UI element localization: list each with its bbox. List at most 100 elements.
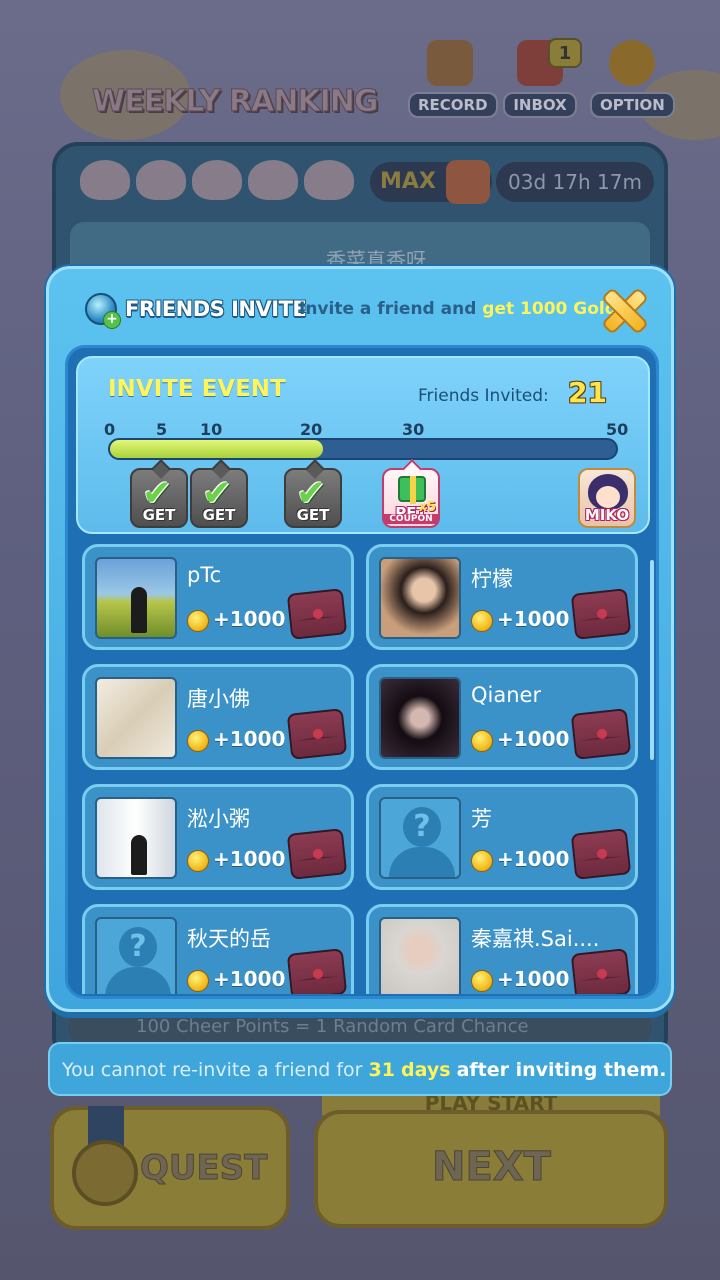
friend-card: Qianer +1000 [366,664,638,770]
coin-icon [187,850,209,872]
invite-envelope-button[interactable] [570,828,632,880]
friend-name: 芳 [471,807,492,831]
notice-prefix: You cannot re-invite a friend for [62,1059,369,1081]
record-label: RECORD [408,92,498,118]
reward-get-label: GET [202,506,236,524]
miko-portrait-icon [588,474,628,510]
reward-get-button[interactable]: ✔ GET [284,468,342,528]
friend-name: 唐小佛 [187,687,250,711]
add-hearts-button[interactable] [446,160,490,204]
cheer-points-info: 100 Cheer Points = 1 Random Card Chance [68,1008,652,1046]
friend-reward: +1000 [497,847,570,871]
friends-invited-label: Friends Invited: [418,386,549,406]
coupon-sub-label: COUPON [384,514,438,524]
heart-icon [80,160,130,200]
friend-card: pTc +1000 [82,544,354,650]
reinvite-notice: You cannot re-invite a friend for 31 day… [48,1042,672,1096]
medal-icon [72,1140,138,1206]
placeholder-head: ? [403,807,441,847]
coupon-multiplier: x5 [418,500,436,515]
friend-avatar [95,677,177,759]
reward-get-button[interactable]: ✔ GET [130,468,188,528]
invite-envelope-button[interactable] [286,588,348,640]
default-avatar-icon: ? [379,797,461,879]
coin-icon [471,730,493,752]
friend-name: 秋天的岳 [187,927,271,951]
heart-icon [248,160,298,200]
placeholder-body [105,967,171,994]
friend-reward: +1000 [213,727,286,751]
friend-list[interactable]: pTc +1000 柠檬 +1000 唐小佛 +1000 Qianer +100… [82,544,642,994]
friend-list-scrollbar[interactable] [650,560,654,760]
friend-card: 秦嘉祺.Sai.... +1000 [366,904,638,994]
inbox-badge: 1 [548,38,582,68]
placeholder-body [389,847,455,877]
friend-name: 柠檬 [471,567,513,591]
inbox-label: INBOX [503,92,577,118]
person-figure [131,835,147,875]
friend-card: 唐小佛 +1000 [82,664,354,770]
coin-icon [471,610,493,632]
invite-envelope-button[interactable] [570,588,632,640]
option-button[interactable]: OPTION [590,40,675,120]
dialog-body: INVITE EVENT Friends Invited: 21 0 5 10 … [65,345,659,999]
friend-name: 淞小粥 [187,807,250,831]
friend-reward: +1000 [497,967,570,991]
gear-icon [609,40,655,86]
friend-reward: +1000 [497,607,570,631]
friend-name: pTc [187,563,222,587]
progress-tick: 5 [156,420,168,439]
coin-icon [187,970,209,992]
weekly-ranking-title: WEEKLY RANKING [92,84,380,120]
option-label: OPTION [590,92,675,118]
miko-label: MIKO [584,506,630,524]
friend-reward: +1000 [213,967,286,991]
friend-card: 柠檬 +1000 [366,544,638,650]
quest-label: QUEST [139,1148,268,1189]
progress-tick: 30 [402,420,425,439]
notice-days-word: days [401,1059,451,1081]
reward-pet-coupon[interactable]: PET x5 COUPON [382,468,440,528]
event-title: INVITE EVENT [108,376,286,402]
heart-icon [136,160,186,200]
dialog-header: FRIENDS INVITE Invite a friend and get 1… [49,269,671,349]
friend-name: Qianer [471,683,542,707]
friend-avatar [379,557,461,639]
reward-get-label: GET [296,506,330,524]
close-icon[interactable] [597,283,647,333]
reward-get-label: GET [142,506,176,524]
friend-avatar [95,557,177,639]
progress-tick: 20 [300,420,323,439]
invite-envelope-button[interactable] [286,828,348,880]
subtitle-prefix: Invite a friend and [299,299,483,319]
invite-envelope-button[interactable] [570,708,632,760]
placeholder-head: ? [119,927,157,967]
coin-icon [471,850,493,872]
friend-card: ? 秋天的岳 +1000 [82,904,354,994]
reward-miko-character[interactable]: MIKO [578,468,636,528]
friend-name: 秦嘉祺.Sai.... [471,927,600,951]
reinvite-notice-text: You cannot re-invite a friend for 31 day… [62,1059,666,1081]
globe-add-icon [85,293,121,329]
invite-envelope-button[interactable] [286,708,348,760]
coin-icon [471,970,493,992]
friend-reward: +1000 [497,727,570,751]
invite-envelope-button[interactable] [570,948,632,994]
notice-days-number: 31 [368,1059,395,1081]
progress-tick: 50 [606,420,629,439]
progress-tick: 0 [104,420,116,439]
notice-suffix: after inviting them. [456,1059,667,1081]
invite-envelope-button[interactable] [286,948,348,994]
invite-progress-fill [110,440,323,458]
invite-progress-bar [108,438,618,460]
friends-invited-count: 21 [568,376,607,409]
friends-invite-dialog: FRIENDS INVITE Invite a friend and get 1… [46,266,674,1012]
record-button[interactable]: RECORD [408,40,498,120]
progress-tick: 10 [200,420,223,439]
heart-icon [192,160,242,200]
friend-avatar [95,797,177,879]
coin-icon [187,610,209,632]
ranking-timer: 03d 17h 17m [496,162,654,202]
person-figure [131,587,147,633]
reward-get-button[interactable]: ✔ GET [190,468,248,528]
